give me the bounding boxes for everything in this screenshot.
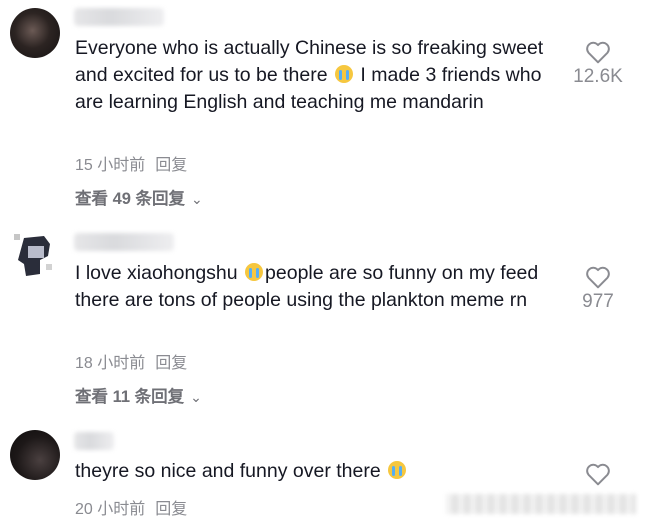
chevron-down-icon: ⌄ <box>190 389 202 405</box>
username-blurred[interactable] <box>74 8 164 26</box>
like-control[interactable] <box>570 462 626 486</box>
view-replies-button[interactable]: 查看 11 条回复 ⌄ <box>75 383 202 407</box>
view-replies-label: 查看 49 条回复 <box>75 190 186 208</box>
comment-text-part: I love xiaohongshu <box>75 262 244 284</box>
timestamp: 18 小时前 <box>75 355 146 372</box>
like-count: 977 <box>582 291 614 312</box>
reply-button[interactable]: 回复 <box>155 355 187 372</box>
loudly-crying-face-emoji-icon <box>335 65 353 83</box>
timestamp: 20 小时前 <box>75 501 146 518</box>
username-blurred[interactable] <box>74 233 174 251</box>
heart-icon[interactable] <box>585 40 611 64</box>
like-control[interactable]: 977 <box>570 265 626 313</box>
heart-icon[interactable] <box>585 265 611 289</box>
comment-meta: 20 小时前 回复 <box>75 495 197 519</box>
heart-icon[interactable] <box>585 462 611 486</box>
comment-meta: 15 小时前 回复 <box>75 151 197 175</box>
comment-meta: 18 小时前 回复 <box>75 349 197 373</box>
comment-text: theyre so nice and funny over there <box>75 458 545 485</box>
loudly-crying-face-emoji-icon <box>388 461 407 479</box>
comment-text-part: theyre so nice and funny over there <box>75 460 387 482</box>
comment-text: Everyone who is actually Chinese is so f… <box>75 35 545 116</box>
avatar[interactable] <box>10 430 60 480</box>
avatar[interactable] <box>10 230 60 280</box>
view-replies-button[interactable]: 查看 49 条回复 ⌄ <box>75 185 203 209</box>
comment-text: I love xiaohongshu people are so funny o… <box>75 260 545 314</box>
username-blurred[interactable] <box>74 432 114 450</box>
avatar[interactable] <box>10 8 60 58</box>
view-replies-label: 查看 11 条回复 <box>75 388 185 406</box>
loudly-crying-face-emoji-icon <box>245 263 264 281</box>
timestamp: 15 小时前 <box>75 157 146 174</box>
like-control[interactable]: 12.6K <box>570 40 626 88</box>
watermark-blurred <box>446 494 636 514</box>
reply-button[interactable]: 回复 <box>155 157 187 174</box>
like-count: 12.6K <box>573 66 623 87</box>
reply-button[interactable]: 回复 <box>155 501 187 518</box>
chevron-down-icon: ⌄ <box>191 191 203 207</box>
